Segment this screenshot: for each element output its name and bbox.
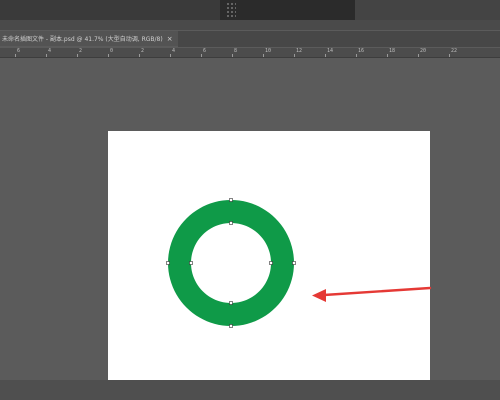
ruler-label: 6 (203, 48, 207, 54)
ruler-tick (46, 54, 47, 57)
workspace (0, 59, 500, 380)
ruler-tick (263, 54, 264, 57)
ruler-tick (77, 54, 78, 57)
ruler-tick (449, 54, 450, 57)
ruler-tick (201, 54, 202, 57)
ruler-label: 8 (234, 48, 238, 54)
ruler-label: 20 (420, 48, 427, 54)
ruler-tick (294, 54, 295, 57)
ruler-label: 4 (172, 48, 176, 54)
ruler-label: 2 (79, 48, 83, 54)
ruler-label: 4 (48, 48, 52, 54)
tab-bar-empty (178, 31, 500, 47)
ruler-tick (325, 54, 326, 57)
ruler-label: 22 (451, 48, 458, 54)
ruler-label: 14 (327, 48, 334, 54)
horizontal-ruler: 6 4 2 0 2 4 6 8 10 12 14 16 18 20 22 (0, 48, 500, 58)
ruler-tick (139, 54, 140, 57)
ruler-tick (15, 54, 16, 57)
ruler-tick (356, 54, 357, 57)
toolbar-edge (0, 20, 500, 30)
ruler-tick (418, 54, 419, 57)
status-bar (0, 380, 500, 400)
ruler-label: 16 (358, 48, 365, 54)
close-tab-icon[interactable]: × (167, 35, 173, 43)
ruler-label: 18 (389, 48, 396, 54)
ruler-label: 6 (17, 48, 21, 54)
document-tab-title[interactable]: 未命名插图文件 - 副本.psd @ 41.7% (大型自动调, RGB/8) (2, 34, 163, 43)
canvas[interactable] (108, 131, 430, 380)
document-tab[interactable]: 未命名插图文件 - 副本.psd @ 41.7% (大型自动调, RGB/8) … (0, 31, 178, 47)
ruler-label: 2 (141, 48, 145, 54)
ruler-label: 12 (296, 48, 303, 54)
ruler-label: 10 (265, 48, 272, 54)
ruler-tick (170, 54, 171, 57)
options-panel-right (355, 0, 500, 20)
ruler-tick (387, 54, 388, 57)
ruler-tick (232, 54, 233, 57)
ruler-label: 0 (110, 48, 114, 54)
panel-grip-icon[interactable] (226, 2, 236, 18)
app-top-bar (0, 0, 500, 30)
ruler-tick (108, 54, 109, 57)
